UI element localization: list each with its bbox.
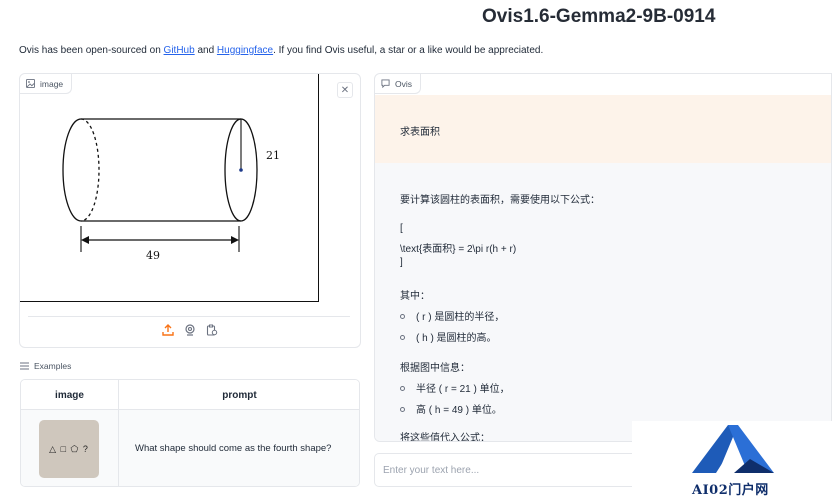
column-header-prompt: prompt xyxy=(222,389,257,401)
clipboard-icon xyxy=(206,324,218,336)
bot-message: 要计算该圆柱的表面积，需要使用以下公式： [ \text{表面积} = 2\pi… xyxy=(375,163,831,442)
github-link[interactable]: GitHub xyxy=(164,45,195,56)
list-item: 半径 ( r = 21 ) 单位， xyxy=(400,380,510,395)
chat-icon xyxy=(381,79,390,88)
user-message: 求表面积 xyxy=(375,95,831,163)
column-header-image: image xyxy=(55,389,84,401)
radius-label: 21 xyxy=(266,149,280,162)
clipboard-button[interactable] xyxy=(205,323,219,337)
bot-line: 其中： xyxy=(400,291,430,302)
cylinder-figure: 21 49 xyxy=(20,74,319,302)
webcam-icon xyxy=(185,324,195,336)
list-icon xyxy=(20,362,29,370)
clear-image-button[interactable]: ✕ xyxy=(337,82,353,98)
bullet-icon xyxy=(400,334,405,340)
webcam-button[interactable] xyxy=(183,323,197,337)
bullet-icon xyxy=(400,385,405,391)
close-icon: ✕ xyxy=(340,84,350,96)
page-title: Ovis1.6-Gemma2-9B-0914 xyxy=(482,6,716,27)
bot-line: ] xyxy=(400,257,403,268)
list-item: 高 ( h = 49 ) 单位。 xyxy=(400,401,502,416)
list-item: ( r ) 是圆柱的半径， xyxy=(400,308,504,323)
bot-line: 根据图中信息： xyxy=(400,363,470,374)
example-prompt[interactable]: What shape should come as the fourth sha… xyxy=(135,443,331,454)
bullet-icon xyxy=(400,313,405,319)
examples-table: image prompt △ □ ⬠ ? What shape should c… xyxy=(20,379,360,487)
list-item: ( h ) 是圆柱的高。 xyxy=(400,329,497,344)
chat-input[interactable]: Enter your text here... xyxy=(374,453,664,487)
example-thumbnail[interactable]: △ □ ⬠ ? xyxy=(39,420,99,478)
cylinder-diagram: 21 49 xyxy=(62,118,280,262)
bot-formula: \text{表面积} = 2\pi r(h + r) xyxy=(400,244,517,255)
upload-icon xyxy=(162,324,174,336)
bot-line: 要计算该圆柱的表面积，需要使用以下公式： xyxy=(400,195,600,206)
image-input-panel[interactable]: 21 49 image ✕ xyxy=(19,73,361,348)
watermark: AI02门户网 xyxy=(632,421,832,496)
bot-line: 将这些值代入公式： xyxy=(400,433,490,442)
example-row[interactable]: △ □ ⬠ ? What shape should come as the fo… xyxy=(21,410,359,486)
image-source-toolbar xyxy=(20,323,360,337)
image-icon xyxy=(26,79,35,88)
intro-text: Ovis has been open-sourced on GitHub and… xyxy=(19,45,544,56)
huggingface-link[interactable]: Huggingface xyxy=(217,45,273,56)
image-panel-label: image xyxy=(20,74,73,94)
bullet-icon xyxy=(400,406,405,412)
watermark-text: AI02门户网 xyxy=(692,483,769,496)
a-logo-icon xyxy=(692,425,774,473)
toolbar-divider xyxy=(28,316,350,317)
examples-header: image prompt xyxy=(21,380,359,410)
examples-label: Examples xyxy=(20,361,71,371)
length-label: 49 xyxy=(146,249,160,262)
chatbot-label: Ovis xyxy=(375,74,421,94)
upload-button[interactable] xyxy=(161,323,175,337)
chatbot-panel: 求表面积 要计算该圆柱的表面积，需要使用以下公式： [ \text{表面积} =… xyxy=(374,73,832,442)
bot-line: [ xyxy=(400,223,403,234)
column-divider xyxy=(118,380,119,486)
